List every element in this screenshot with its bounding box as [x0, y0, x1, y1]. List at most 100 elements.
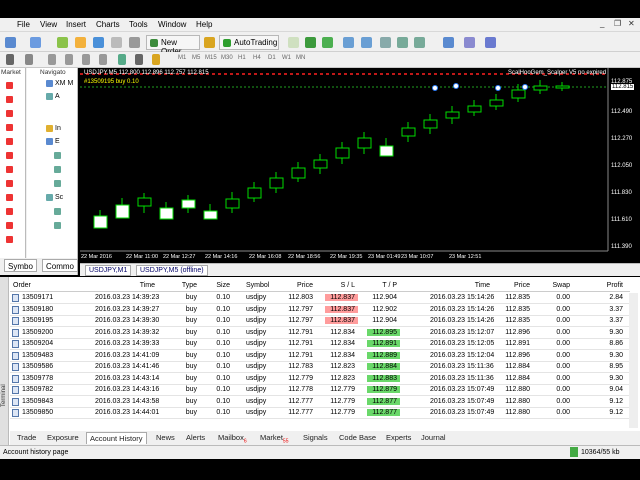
- symbol-icon[interactable]: [6, 110, 13, 117]
- col-swap[interactable]: Swap: [545, 282, 570, 289]
- menu-file[interactable]: File: [17, 20, 30, 29]
- menu-charts[interactable]: Charts: [96, 20, 120, 29]
- tree-experts-label[interactable]: E: [55, 138, 60, 145]
- tab-account-history[interactable]: Account History: [86, 432, 147, 444]
- tab-symbols[interactable]: Symbo: [4, 259, 37, 272]
- col-order[interactable]: Order: [13, 282, 31, 289]
- ea-icon[interactable]: [54, 152, 61, 159]
- table-row[interactable]: 13509850 2016.03.23 14:44:01 buy 0.10 usdjpy…: [10, 408, 630, 419]
- navigator-icon[interactable]: [93, 37, 104, 48]
- table-row[interactable]: 13509200 2016.03.23 14:39:32 buy 0.10 usdjpy…: [10, 328, 630, 339]
- crosshair-icon[interactable]: [25, 54, 33, 65]
- channel-icon[interactable]: [99, 54, 107, 65]
- chart-shift-icon[interactable]: [397, 37, 408, 48]
- chart-window[interactable]: 112.875 112.490 112.270 112.050 111.830 111.6…: [80, 68, 640, 263]
- cursor-icon[interactable]: [6, 54, 14, 65]
- tf-h1[interactable]: H1: [238, 55, 246, 61]
- data-window-icon[interactable]: [75, 37, 86, 48]
- metaeditor-icon[interactable]: [204, 37, 215, 48]
- col-sl[interactable]: S / L: [328, 282, 355, 289]
- autoscroll-icon[interactable]: [414, 37, 425, 48]
- tab-signals[interactable]: Signals: [300, 432, 331, 443]
- experts-folder-icon[interactable]: [46, 138, 53, 145]
- tester-icon[interactable]: [129, 37, 140, 48]
- menu-window[interactable]: Window: [158, 20, 186, 29]
- script-icon[interactable]: [54, 222, 61, 229]
- accounts-folder-icon[interactable]: [46, 93, 53, 100]
- table-row[interactable]: 13509204 2016.03.23 14:39:33 buy 0.10 usdjpy…: [10, 339, 630, 350]
- table-row[interactable]: 13509778 2016.03.23 14:43:14 buy 0.10 usdjpy…: [10, 374, 630, 385]
- col-size[interactable]: Size: [210, 282, 230, 289]
- tree-broker-label[interactable]: XM M: [55, 80, 73, 87]
- candlesticks-icon[interactable]: [305, 37, 316, 48]
- symbol-icon[interactable]: [6, 236, 13, 243]
- tab-journal[interactable]: Journal: [418, 432, 449, 443]
- tab-experts[interactable]: Experts: [383, 432, 414, 443]
- tab-usdjpy-m1[interactable]: USDJPY,M1: [85, 265, 132, 276]
- script-icon[interactable]: [54, 208, 61, 215]
- table-row[interactable]: 13509483 2016.03.23 14:41:09 buy 0.10 usdjpy…: [10, 351, 630, 362]
- table-row[interactable]: 13509171 2016.03.23 14:39:23 buy 0.10 usdjpy…: [10, 293, 630, 304]
- account-icon[interactable]: [46, 80, 53, 87]
- menu-tools[interactable]: Tools: [129, 20, 148, 29]
- symbol-icon[interactable]: [6, 138, 13, 145]
- col-profit[interactable]: Profit: [595, 282, 623, 289]
- fibonacci-icon[interactable]: [118, 54, 126, 65]
- symbol-icon[interactable]: [6, 194, 13, 201]
- profiles-icon[interactable]: [30, 37, 41, 48]
- ea-icon[interactable]: [54, 180, 61, 187]
- tf-w1[interactable]: W1: [282, 55, 291, 61]
- col-close-time[interactable]: Time: [465, 282, 490, 289]
- menu-view[interactable]: View: [40, 20, 57, 29]
- ea-icon[interactable]: [54, 166, 61, 173]
- menu-help[interactable]: Help: [196, 20, 212, 29]
- table-row[interactable]: 13509843 2016.03.23 14:43:58 buy 0.10 usdjpy…: [10, 397, 630, 408]
- restore-icon[interactable]: ❐: [614, 19, 621, 28]
- tree-indicators-label[interactable]: In: [55, 125, 61, 132]
- tab-alerts[interactable]: Alerts: [183, 432, 208, 443]
- symbol-icon[interactable]: [6, 180, 13, 187]
- col-type[interactable]: Type: [175, 282, 197, 289]
- zoom-out-icon[interactable]: [361, 37, 372, 48]
- col-tp[interactable]: T / P: [370, 282, 397, 289]
- tab-common[interactable]: Commo: [42, 259, 79, 272]
- text-tool-icon[interactable]: [135, 54, 143, 65]
- trendline-icon[interactable]: [82, 54, 90, 65]
- market-watch-icon[interactable]: [57, 37, 68, 48]
- line-chart-icon[interactable]: [322, 37, 333, 48]
- tab-trade[interactable]: Trade: [14, 432, 39, 443]
- col-time[interactable]: Time: [130, 282, 155, 289]
- symbol-icon[interactable]: [6, 152, 13, 159]
- table-row[interactable]: 13509782 2016.03.23 14:43:16 buy 0.10 usdjpy…: [10, 385, 630, 396]
- tf-m15[interactable]: M15: [205, 55, 217, 61]
- autotrading-button[interactable]: AutoTrading: [219, 35, 279, 50]
- tab-mailbox[interactable]: Mailbox6: [215, 432, 250, 446]
- tf-m30[interactable]: M30: [221, 55, 233, 61]
- close-icon[interactable]: ✕: [628, 19, 635, 28]
- periods-icon[interactable]: [464, 37, 475, 48]
- tree-accounts-label[interactable]: A: [55, 93, 60, 100]
- tab-code-base[interactable]: Code Base: [336, 432, 379, 443]
- terminal-scrollbar[interactable]: [629, 293, 638, 428]
- scripts-folder-icon[interactable]: [46, 194, 53, 201]
- new-chart-icon[interactable]: [5, 37, 16, 48]
- col-symbol[interactable]: Symbol: [246, 282, 269, 289]
- tf-m1[interactable]: M1: [178, 55, 186, 61]
- table-row[interactable]: 13509195 2016.03.23 14:39:30 buy 0.10 usdjpy…: [10, 316, 630, 327]
- table-row[interactable]: 13509180 2016.03.23 14:39:27 buy 0.10 usdjpy…: [10, 305, 630, 316]
- tab-usdjpy-m5[interactable]: USDJPY,M5 (offline): [136, 265, 208, 276]
- indicators-folder-icon[interactable]: [46, 125, 53, 132]
- tf-mn[interactable]: MN: [296, 55, 305, 61]
- symbol-icon[interactable]: [6, 124, 13, 131]
- col-close-price[interactable]: Price: [505, 282, 530, 289]
- symbol-icon[interactable]: [6, 82, 13, 89]
- symbol-icon[interactable]: [6, 222, 13, 229]
- table-row[interactable]: 13509586 2016.03.23 14:41:46 buy 0.10 usdjpy…: [10, 362, 630, 373]
- tf-m5[interactable]: M5: [192, 55, 200, 61]
- tf-d1[interactable]: D1: [268, 55, 276, 61]
- symbol-icon[interactable]: [6, 166, 13, 173]
- tree-scripts-label[interactable]: Sc: [55, 194, 63, 201]
- menu-insert[interactable]: Insert: [66, 20, 86, 29]
- terminal-icon[interactable]: [111, 37, 122, 48]
- horizontal-line-icon[interactable]: [65, 54, 73, 65]
